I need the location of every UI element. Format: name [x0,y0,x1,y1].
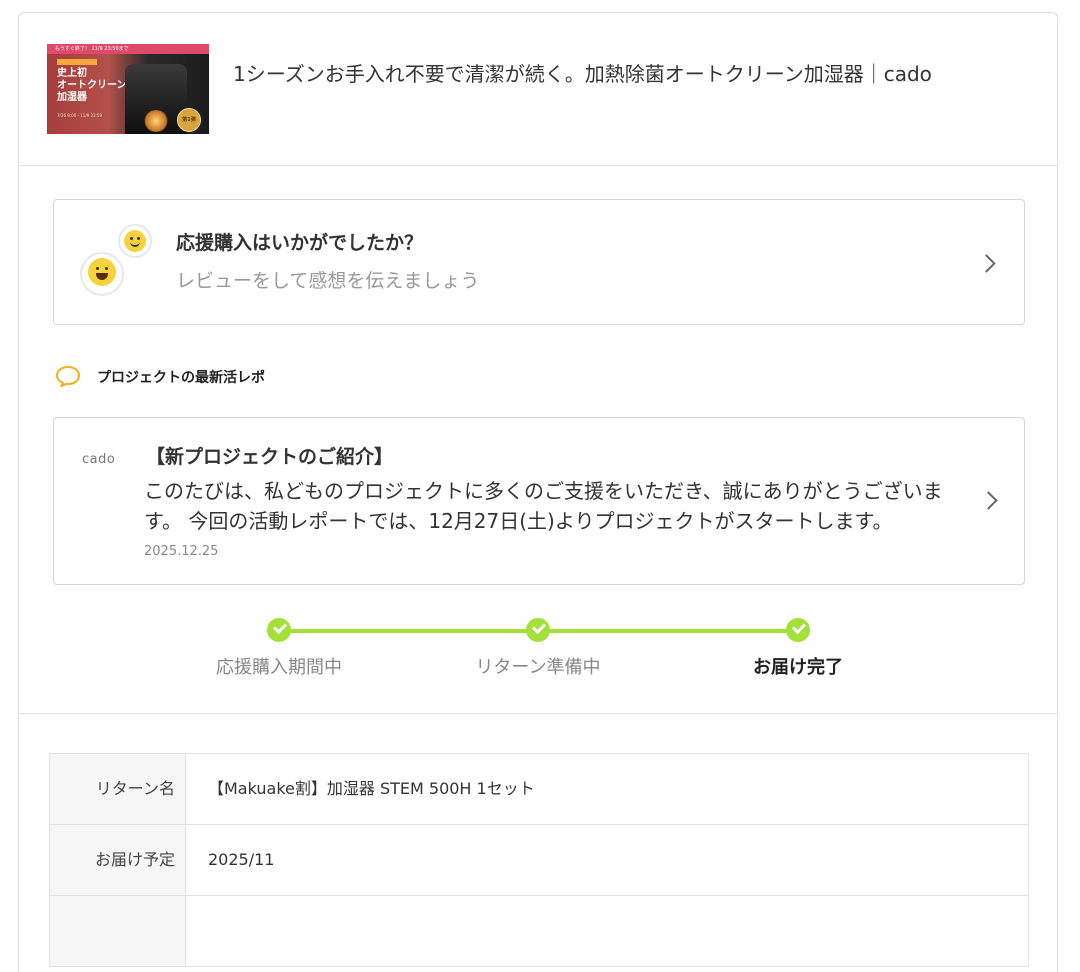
step-check-icon [526,618,550,642]
cado-logo: cado [82,452,116,467]
section-divider [19,713,1057,714]
thumbnail-banner-text: もうすぐ終了！ 11/9 23:59まで [55,46,129,52]
row-label [50,896,186,966]
thumbnail-small-text: 7/26 9:00 - 11/9 23:59 [57,113,103,118]
thumbnail-badge: 第1弾 [177,108,201,132]
thumbnail-headline: 史上初 オートクリーン 加湿器 [57,68,127,103]
report-date: 2025.12.25 [144,544,219,559]
project-card: もうすぐ終了！ 11/9 23:59まで 史上初 オートクリーン 加湿器 7/2… [18,12,1058,972]
chevron-right-icon [979,491,998,510]
table-row: お届け予定 2025/11 [50,825,1028,896]
table-row [50,896,1028,967]
project-header[interactable]: もうすぐ終了！ 11/9 23:59まで 史上初 オートクリーン 加湿器 7/2… [19,13,1057,166]
step-check-icon [786,618,810,642]
step-label-purchase: 応援購入期間中 [216,657,342,678]
project-title[interactable]: 1シーズンお手入れ不要で清潔が続く。加熱除菌オートクリーン加湿器｜cado [233,57,993,91]
row-label: リターン名 [50,754,186,824]
project-thumbnail[interactable]: もうすぐ終了！ 11/9 23:59まで 史上初 オートクリーン 加湿器 7/2… [47,44,209,134]
thumbnail-banner: もうすぐ終了！ 11/9 23:59まで [47,44,209,54]
activity-report-card[interactable]: cado 【新プロジェクトのご紹介】 このたびは、私どものプロジェクトに多くのご… [53,417,1025,585]
row-value: 【Makuake割】加湿器 STEM 500H 1セット [208,779,535,798]
review-prompt-subtitle: レビューをして感想を伝えましょう [176,270,480,292]
step-label-delivered: お届け完了 [753,657,843,678]
comment-icon [55,365,81,387]
review-prompt-title: 応援購入はいかがでしたか？ [176,232,424,254]
report-body: このたびは、私どものプロジェクトに多くのご支援をいただき、誠にありがとうございま… [144,479,943,533]
step-label-preparing: リターン準備中 [475,657,601,678]
smile-face-icon [124,230,146,252]
chevron-right-icon [977,254,996,273]
thumbnail-tag [57,59,97,65]
report-title: 【新プロジェクトのご紹介】 [146,446,394,468]
laughing-face-icon [88,258,116,286]
return-details-table: リターン名 【Makuake割】加湿器 STEM 500H 1セット お届け予定… [49,753,1029,967]
review-prompt-card[interactable]: 応援購入はいかがでしたか？ レビューをして感想を伝えましょう [53,199,1025,325]
row-value: 2025/11 [208,850,275,869]
humidifier-glow [143,110,169,132]
delivery-progress: 応援購入期間中 リターン準備中 お届け完了 [19,613,1057,693]
step-check-icon [267,618,291,642]
table-row: リターン名 【Makuake割】加湿器 STEM 500H 1セット [50,754,1028,825]
activity-heading-text: プロジェクトの最新活レポ [97,370,265,386]
row-label: お届け予定 [50,825,186,895]
